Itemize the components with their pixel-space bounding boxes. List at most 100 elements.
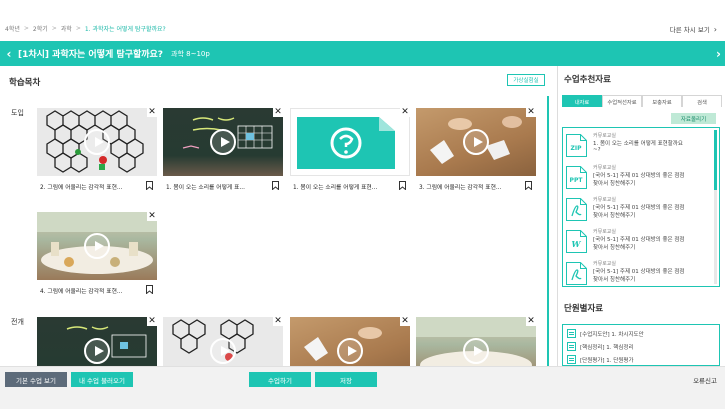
video-thumbnail[interactable] (416, 317, 536, 366)
document-thumbnail[interactable] (290, 108, 410, 176)
video-thumbnail[interactable] (37, 108, 157, 176)
close-icon[interactable]: ✕ (526, 317, 536, 326)
play-icon[interactable] (210, 129, 236, 155)
recommended-panel: 수업추천자료 내자료 수업적선자료 보충자료 검색 자료올리기 ZIP 커뮤로교… (557, 66, 725, 366)
load-my-lesson-button[interactable]: 내 수업 불러오기 (71, 372, 133, 387)
virtual-lab-button[interactable]: 가상실험실 (507, 74, 545, 86)
lesson-subtitle: 과학 8~10p (171, 49, 210, 58)
resource-title: [국어 5-1] 주제 01 상대방의 좋은 점점 (593, 173, 685, 179)
tab-my-resources[interactable]: 내자료 (562, 95, 602, 107)
list-item[interactable]: [핵심정리] 1. 핵심정리 (567, 342, 634, 351)
close-icon[interactable]: ✕ (526, 107, 536, 117)
chevron-left-icon[interactable]: ‹ (0, 47, 18, 61)
unit-resources-title: 단원별자료 (564, 304, 604, 314)
video-thumbnail[interactable] (416, 108, 536, 176)
tab-lesson-resources[interactable]: 수업적선자료 (602, 95, 642, 107)
save-button[interactable]: 저장 (315, 372, 377, 387)
ppt-file-icon: PPT (566, 166, 587, 189)
play-icon[interactable] (463, 129, 489, 155)
close-icon[interactable]: ✕ (147, 107, 157, 117)
play-icon[interactable] (84, 129, 110, 155)
media-card[interactable]: ✕ 2. 그림에 어울리는 감각적 표현... (37, 107, 157, 198)
other-lesson-button[interactable]: 다른 차시 보기 › (669, 24, 717, 35)
bookmark-icon[interactable] (146, 181, 153, 190)
media-caption: 4. 그림에 어울리는 감각적 표현... (40, 289, 123, 295)
lesson-contents-panel: 학습목차 가상실험실 도입 전개 ✕ 2. 그림에 어울리는 감각적 표현... (0, 66, 555, 366)
list-item[interactable]: [단원평가] 1. 단원평가 (567, 355, 634, 364)
resource-title-cont: 찾아서 칭찬해주기 (593, 181, 636, 187)
stage-label-development: 전개 (11, 318, 24, 326)
list-item[interactable]: 커뮤로교실 [국어 5-1] 주제 01 상대방의 좋은 점점 찾아서 칭찬해주… (563, 258, 713, 286)
resource-title-cont: 찾아서 칭찬해주기 (593, 213, 636, 219)
resource-source: 커뮤로교실 (593, 197, 617, 203)
play-icon[interactable] (210, 338, 236, 364)
file-type-label: ZIP (571, 145, 583, 152)
breadcrumb-unit[interactable]: 1. 과학자는 어떻게 탐구할까요? (85, 24, 166, 33)
breadcrumb-sep-icon: > (75, 25, 81, 32)
bookmark-icon[interactable] (146, 285, 153, 294)
bookmark-icon[interactable] (399, 181, 406, 190)
breadcrumb-semester[interactable]: 2학기 (33, 24, 48, 33)
resource-scrollbar[interactable] (714, 130, 717, 284)
content-scrollbar[interactable] (547, 96, 549, 366)
resource-title-cont: 찾아서 칭찬해주기 (593, 277, 636, 283)
section-title: 학습목차 (9, 78, 41, 88)
breadcrumb-sep-icon: > (51, 25, 57, 32)
basic-lesson-button[interactable]: 기본 수업 보기 (5, 372, 67, 387)
tab-search[interactable]: 검색 (682, 95, 722, 107)
chevron-right-icon[interactable]: › (716, 47, 721, 61)
lesson-title-bar: ‹ [1차시] 과학자는 어떻게 탐구할까요? 과학 8~10p › (0, 41, 725, 66)
breadcrumb: 4학년 > 2학기 > 과학 > 1. 과학자는 어떻게 탐구할까요? 다른 차… (0, 0, 725, 41)
start-lesson-button[interactable]: 수업하기 (249, 372, 311, 387)
video-thumbnail[interactable] (290, 317, 410, 366)
list-item[interactable]: ZIP 커뮤로교실 1. 봄이 오는 소리를 어떻게 표현할까요 ~? (563, 130, 713, 161)
list-item[interactable]: PPT 커뮤로교실 [국어 5-1] 주제 01 상대방의 좋은 점점 찾아서 … (563, 162, 713, 193)
close-icon[interactable]: ✕ (273, 107, 283, 117)
video-thumbnail[interactable] (37, 317, 157, 366)
word-file-icon: W (566, 230, 587, 253)
error-report-link[interactable]: 오류신고 (693, 375, 717, 385)
close-icon[interactable]: ✕ (273, 317, 283, 326)
media-caption: 3. 그림에 어울리는 감각적 표현... (419, 185, 502, 191)
upload-resource-button[interactable]: 자료올리기 (671, 113, 716, 124)
pdf-file-icon (566, 262, 587, 285)
bookmark-icon[interactable] (272, 181, 279, 190)
recommended-title: 수업추천자료 (564, 75, 611, 85)
resource-title-cont: ~? (593, 147, 601, 153)
zip-file-icon: ZIP (566, 134, 587, 157)
list-item[interactable]: [수업지도안] 1. 차시지도안 (567, 329, 644, 338)
media-card[interactable]: ✕ 1. 봄이 오는 소리를 어떻게 표... (163, 107, 283, 198)
media-card[interactable]: ✕ (290, 317, 410, 366)
chevron-right-icon: › (713, 24, 717, 34)
play-icon[interactable] (337, 338, 363, 364)
media-card[interactable]: ✕ (416, 317, 536, 366)
document-icon (567, 342, 576, 351)
close-icon[interactable]: ✕ (400, 317, 410, 326)
play-icon[interactable] (84, 338, 110, 364)
media-card[interactable]: ✕ 3. 그림에 어울리는 감각적 표현... (416, 107, 536, 198)
play-icon[interactable] (463, 338, 489, 364)
video-thumbnail[interactable] (37, 212, 157, 280)
breadcrumb-grade[interactable]: 4학년 (5, 24, 20, 33)
media-card[interactable]: ✕ 4. 그림에 어울리는 감각적 표현... (37, 211, 157, 302)
list-item[interactable]: 커뮤로교실 [국어 5-1] 주제 01 상대방의 좋은 점점 찾아서 칭찬해주… (563, 194, 713, 225)
resource-title: [국어 5-1] 주제 01 상대방의 좋은 점점 (593, 269, 685, 275)
media-card[interactable]: ✕ (163, 317, 283, 366)
close-icon[interactable]: ✕ (147, 211, 157, 221)
file-type-label: W (572, 239, 582, 249)
other-lesson-label: 다른 차시 보기 (669, 26, 710, 34)
unit-item-label: [핵심정리] 1. 핵심정리 (580, 344, 634, 351)
video-thumbnail[interactable] (163, 108, 283, 176)
resource-list: ZIP 커뮤로교실 1. 봄이 오는 소리를 어떻게 표현할까요 ~? PPT … (562, 127, 720, 287)
list-item[interactable]: W 커뮤로교실 [국어 5-1] 주제 01 상대방의 좋은 점점 찾아서 칭찬… (563, 226, 713, 257)
play-icon[interactable] (84, 233, 110, 259)
close-icon[interactable]: ✕ (400, 107, 410, 117)
media-card[interactable]: ✕ 1. 봄이 오는 소리를 어떻게 표현... (290, 107, 410, 198)
video-thumbnail[interactable] (163, 317, 283, 366)
bookmark-icon[interactable] (525, 181, 532, 190)
media-caption: 1. 봄이 오는 소리를 어떻게 표현... (293, 185, 378, 191)
breadcrumb-subject[interactable]: 과학 (61, 24, 72, 33)
close-icon[interactable]: ✕ (147, 317, 157, 326)
media-card[interactable]: ✕ (37, 317, 157, 366)
tab-supplementary[interactable]: 보충자료 (642, 95, 682, 107)
